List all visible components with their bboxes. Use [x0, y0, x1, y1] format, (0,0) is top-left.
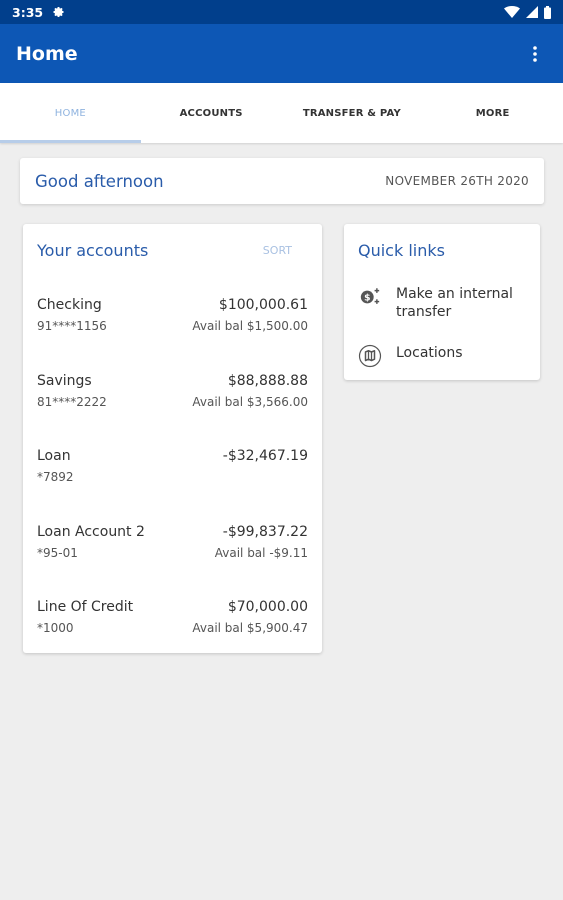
- quick-links-card: Quick links $ Make an internal transfer …: [344, 224, 540, 380]
- account-available-balance: Avail bal $5,900.47: [192, 621, 308, 635]
- account-number: *95-01: [37, 546, 78, 560]
- quick-link-internal-transfer[interactable]: $ Make an internal transfer: [358, 285, 530, 321]
- account-name: Savings: [37, 373, 92, 389]
- settings-gear-icon: [53, 7, 64, 17]
- account-name: Checking: [37, 297, 102, 313]
- account-balance: $100,000.61: [218, 297, 308, 313]
- account-balance: $70,000.00: [227, 599, 308, 615]
- transfer-money-icon: $: [358, 285, 382, 309]
- accounts-header: Your accounts SORT: [37, 241, 308, 260]
- quick-link-label: Locations: [396, 345, 463, 361]
- sort-button[interactable]: SORT: [263, 244, 292, 257]
- battery-icon: [544, 5, 551, 19]
- map-icon: [358, 344, 382, 368]
- status-time: 3:35: [12, 4, 44, 20]
- accounts-title: Your accounts: [37, 241, 149, 260]
- status-indicators: [504, 5, 551, 19]
- svg-text:$: $: [364, 293, 370, 304]
- account-name: Loan Account 2: [37, 524, 145, 540]
- page-title: Home: [16, 42, 78, 65]
- accounts-card: Your accounts SORT Checking 91****1156 $…: [23, 224, 322, 653]
- account-number: *7892: [37, 470, 74, 484]
- account-item-savings[interactable]: Savings 81****2222 $88,888.88 Avail bal …: [37, 373, 308, 429]
- account-item-loan[interactable]: Loan *7892 -$32,467.19: [37, 448, 308, 504]
- more-vert-icon: [533, 45, 537, 62]
- greeting-card: Good afternoon NOVEMBER 26TH 2020: [20, 158, 544, 204]
- account-name: Line Of Credit: [37, 599, 134, 615]
- account-item-checking[interactable]: Checking 91****1156 $100,000.61 Avail ba…: [37, 297, 308, 353]
- account-number: 91****1156: [37, 319, 107, 333]
- account-available-balance: Avail bal $3,566.00: [192, 395, 308, 409]
- tab-home[interactable]: HOME: [0, 83, 141, 143]
- quick-links-title: Quick links: [358, 241, 445, 260]
- account-available-balance: Avail bal $1,500.00: [192, 319, 308, 333]
- tab-bar: HOME ACCOUNTS TRANSFER & PAY MORE: [0, 83, 563, 143]
- account-item-loan-account-2[interactable]: Loan Account 2 *95-01 -$99,837.22 Avail …: [37, 524, 308, 580]
- overflow-menu-button[interactable]: [523, 42, 547, 66]
- greeting-text: Good afternoon: [35, 171, 164, 191]
- account-number: *1000: [37, 621, 74, 635]
- app-bar: Home: [0, 24, 563, 83]
- account-name: Loan: [37, 448, 71, 464]
- account-number: 81****2222: [37, 395, 107, 409]
- wifi-icon: [504, 6, 520, 18]
- account-available-balance: Avail bal -$9.11: [214, 546, 308, 560]
- quick-link-locations[interactable]: Locations: [358, 344, 530, 368]
- account-balance: -$99,837.22: [222, 524, 308, 540]
- account-item-line-of-credit[interactable]: Line Of Credit *1000 $70,000.00 Avail ba…: [37, 599, 308, 655]
- tab-more[interactable]: MORE: [422, 83, 563, 143]
- greeting-date: NOVEMBER 26TH 2020: [385, 174, 529, 188]
- status-bar: 3:35: [0, 0, 563, 24]
- quick-link-label: Make an internal transfer: [396, 286, 513, 320]
- account-balance: $88,888.88: [227, 373, 308, 389]
- tab-transfer-pay[interactable]: TRANSFER & PAY: [282, 83, 423, 143]
- tab-accounts[interactable]: ACCOUNTS: [141, 83, 282, 143]
- account-balance: -$32,467.19: [222, 448, 308, 464]
- cell-signal-icon: [526, 6, 538, 18]
